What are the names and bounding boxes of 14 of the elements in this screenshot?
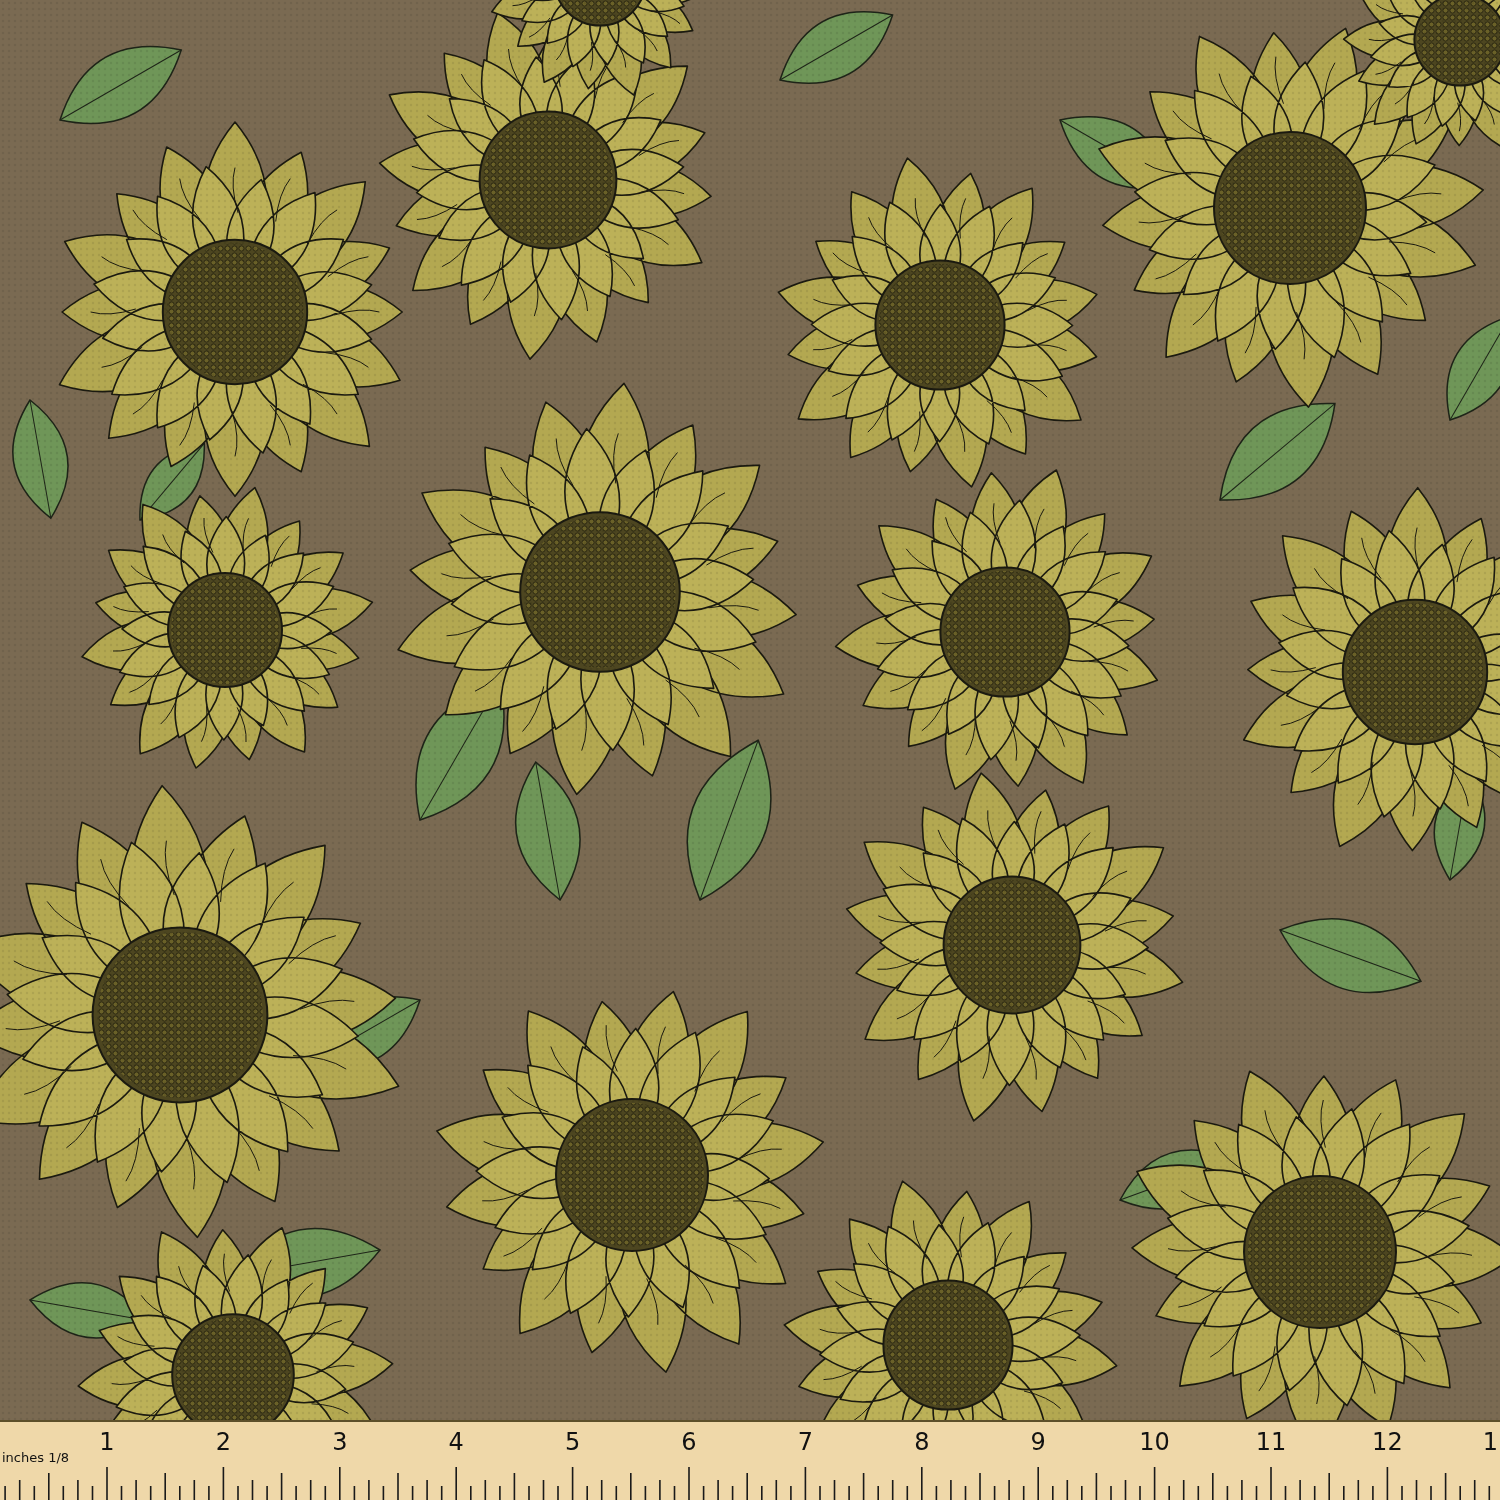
ruler-number: 3	[332, 1430, 348, 1454]
ruler-number: 5	[564, 1430, 581, 1454]
ruler-number: 4	[448, 1430, 464, 1454]
ruler-number: 11	[1255, 1430, 1287, 1454]
ruler-number: 6	[681, 1430, 697, 1454]
ruler-number: 7	[797, 1430, 814, 1454]
ruler-number: 1	[1482, 1430, 1498, 1454]
ruler-number: 9	[1030, 1430, 1046, 1454]
ruler-number: 1	[99, 1430, 115, 1454]
ruler-number: 8	[914, 1430, 930, 1454]
ruler-number: 10	[1139, 1430, 1170, 1454]
unit-label: inches 1/8	[2, 1451, 70, 1464]
ruler-number: 2	[215, 1430, 232, 1454]
ruler-number: 12	[1372, 1430, 1403, 1454]
